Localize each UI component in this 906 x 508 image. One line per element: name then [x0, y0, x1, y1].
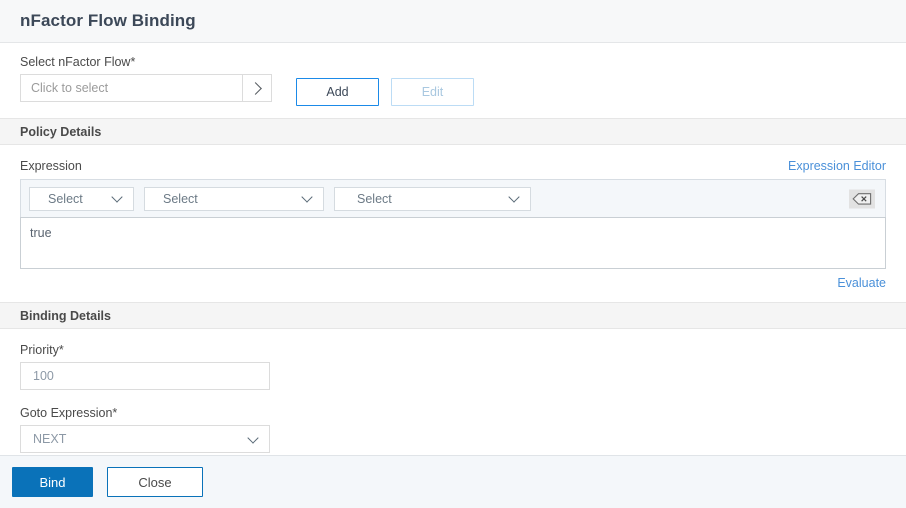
expression-clear-button[interactable]	[849, 189, 875, 208]
expression-editor-link[interactable]: Expression Editor	[788, 159, 886, 173]
binding-details-section-header: Binding Details	[0, 302, 906, 329]
priority-label: Priority*	[20, 343, 64, 357]
flow-expand-button[interactable]	[242, 74, 272, 102]
expression-select-1[interactable]: Select	[29, 186, 134, 211]
expression-select-3[interactable]: Select	[334, 186, 531, 211]
policy-details-section-header: Policy Details	[0, 118, 906, 145]
chevron-down-icon	[111, 191, 123, 203]
policy-details-title: Policy Details	[20, 124, 102, 139]
policy-details-content: Expression Expression Editor Select Sele…	[0, 145, 906, 302]
flow-selection-row: Select nFactor Flow* Add Edit	[20, 43, 886, 106]
expression-label-row: Expression Expression Editor	[20, 145, 886, 179]
chevron-down-icon	[508, 191, 520, 203]
chevron-down-icon	[247, 431, 259, 444]
expression-select-3-value: Select	[357, 191, 392, 206]
expression-label: Expression	[20, 159, 82, 173]
expression-select-2-value: Select	[163, 191, 198, 206]
dialog-footer: Bind Close	[0, 455, 906, 508]
bind-button[interactable]: Bind	[12, 467, 93, 497]
flow-select-input[interactable]	[20, 74, 242, 102]
expression-builder-toolbar: Select Select Select	[20, 179, 886, 217]
goto-expression-select[interactable]: NEXT	[20, 425, 270, 453]
priority-input[interactable]	[20, 362, 270, 390]
backspace-icon	[852, 192, 872, 205]
flow-selection-section: Select nFactor Flow* Add Edit	[0, 43, 906, 118]
binding-details-title: Binding Details	[20, 308, 111, 323]
chevron-down-icon	[301, 191, 313, 203]
goto-expression-label: Goto Expression*	[20, 406, 118, 420]
expression-select-1-value: Select	[48, 191, 83, 206]
edit-button: Edit	[391, 78, 474, 106]
close-button[interactable]: Close	[107, 467, 203, 497]
expression-textarea[interactable]	[20, 217, 886, 269]
evaluate-link[interactable]: Evaluate	[837, 276, 886, 290]
expression-select-2[interactable]: Select	[144, 186, 324, 211]
nfactor-flow-binding-dialog: nFactor Flow Binding Select nFactor Flow…	[0, 0, 906, 508]
dialog-body: Select nFactor Flow* Add Edit Policy Det…	[0, 43, 906, 455]
chevron-right-icon	[249, 81, 262, 95]
goto-expression-value: NEXT	[33, 432, 67, 446]
dialog-titlebar: nFactor Flow Binding	[0, 0, 906, 43]
add-button[interactable]: Add	[296, 78, 379, 106]
flow-picker	[20, 74, 272, 102]
page-title: nFactor Flow Binding	[20, 11, 196, 30]
flow-selection-label: Select nFactor Flow*	[20, 55, 136, 69]
binding-details-content: Priority* Goto Expression* NEXT	[0, 329, 906, 453]
evaluate-row: Evaluate	[20, 269, 886, 302]
